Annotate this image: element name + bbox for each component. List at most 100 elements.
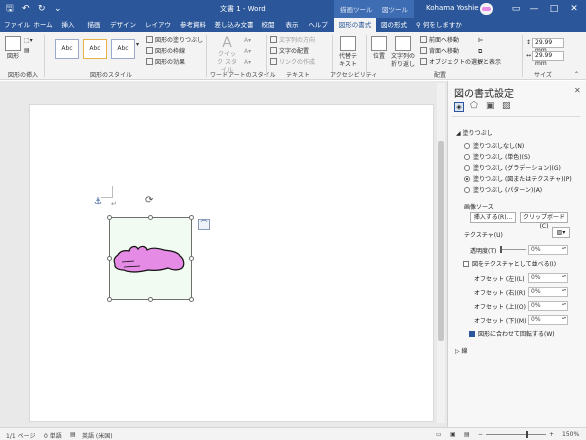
radio-pattern-fill[interactable]: 塗りつぶし (パターン)(A) — [464, 186, 542, 195]
tab-mailings[interactable]: 差し込み文書 — [214, 18, 254, 32]
redo-icon[interactable]: ↻ — [38, 3, 46, 15]
restore-button[interactable]: □ — [546, 2, 562, 16]
proofing-icon[interactable]: ▤ — [70, 431, 76, 438]
word-count[interactable]: 0 単語 — [44, 431, 62, 440]
tab-file[interactable]: ファイル — [4, 18, 30, 32]
save-icon[interactable]: 🖫 — [6, 3, 14, 15]
position-button[interactable]: 位置 — [370, 36, 388, 61]
resize-handle-n[interactable] — [148, 215, 153, 220]
avatar[interactable] — [480, 3, 493, 15]
radio-gradient-fill[interactable]: 塗りつぶし (グラデーション)(G) — [464, 164, 561, 173]
tab-view[interactable]: 表示 — [282, 18, 302, 32]
undo-icon[interactable]: ↶ — [22, 3, 30, 15]
shape-outline-button[interactable]: 図形の枠線 — [146, 47, 185, 56]
rotate-icon[interactable]: ⟳ — [478, 58, 483, 67]
radio-solid-fill[interactable]: 塗りつぶし (単色)(S) — [464, 153, 530, 162]
scrollbar-thumb[interactable] — [438, 141, 444, 341]
texture-dropdown[interactable]: ▨▾ — [552, 227, 570, 238]
text-box-icon[interactable]: ▤ — [24, 46, 30, 55]
web-layout-icon[interactable]: ▤ — [464, 431, 470, 438]
text-align-button[interactable]: 文字の配置 — [270, 47, 309, 56]
clipboard-button[interactable]: クリップボード(C) — [520, 212, 568, 230]
resize-handle-nw[interactable] — [107, 215, 112, 220]
zoom-out-icon[interactable]: − — [478, 431, 483, 438]
tab-shape-format[interactable]: 図形の書式 — [334, 18, 376, 32]
language-indicator[interactable]: 英語 (米国) — [82, 431, 113, 440]
read-mode-icon[interactable]: ▭ — [436, 431, 442, 438]
effects-pentagon-icon[interactable]: ⬠ — [470, 101, 478, 111]
resize-handle-ne[interactable] — [189, 215, 194, 220]
resize-handle-s[interactable] — [148, 297, 153, 302]
offset-top-input[interactable]: 0% — [528, 301, 568, 311]
send-backward-button[interactable]: 背面へ移動 — [420, 47, 459, 56]
tab-layout[interactable]: レイアウト — [142, 18, 174, 43]
zoom-slider[interactable] — [486, 434, 546, 435]
tab-design[interactable]: デザイン — [108, 18, 138, 32]
collapse-ribbon-icon[interactable]: ⌃ — [574, 70, 579, 79]
print-layout-icon[interactable]: ▣ — [450, 431, 456, 438]
tile-checkbox[interactable]: 図をテクスチャとして並べる(I) — [463, 259, 556, 268]
transparency-slider-thumb[interactable] — [500, 246, 502, 253]
quick-styles-button[interactable]: A クイック スタイル — [216, 35, 238, 75]
create-link-button[interactable]: リンクの作成 — [270, 58, 315, 67]
rotate-with-shape-checkbox[interactable]: 図形に合わせて回転する(W) — [469, 329, 555, 338]
tab-help[interactable]: ヘルプ — [306, 18, 330, 32]
zoom-slider-thumb[interactable] — [526, 431, 528, 438]
text-fill-icon[interactable]: A▾ — [244, 36, 251, 45]
alt-text-button[interactable]: 代替テキスト — [336, 36, 360, 69]
align-icon[interactable]: ⊫ — [478, 36, 483, 45]
text-effects-icon[interactable]: A▾ — [244, 58, 251, 67]
style-gallery-more-icon[interactable]: ▾ — [136, 40, 139, 49]
fill-section-header[interactable]: ◢ 塗りつぶし — [456, 128, 493, 137]
page-count[interactable]: 1/1 ページ — [6, 431, 35, 440]
insert-picture-button[interactable]: 挿入する(R)... — [470, 212, 516, 223]
tab-home[interactable]: ホーム — [32, 18, 54, 32]
resize-handle-sw[interactable] — [107, 297, 112, 302]
shapes-gallery-button[interactable]: 図形 — [4, 36, 22, 61]
document-page[interactable] — [29, 104, 434, 422]
radio-picture-fill[interactable]: 塗りつぶし (図またはテクスチャ)(P) — [464, 175, 572, 184]
selected-shape[interactable] — [107, 215, 194, 302]
close-button[interactable]: ✕ — [566, 2, 582, 16]
resize-handle-se[interactable] — [189, 297, 194, 302]
tab-draw[interactable]: 描画 — [84, 18, 104, 32]
transparency-slider[interactable] — [500, 249, 526, 250]
text-outline-icon[interactable]: A▾ — [244, 47, 251, 56]
layout-properties-icon[interactable]: ▣ — [486, 101, 495, 111]
pane-close-icon[interactable]: ✕ — [574, 86, 581, 95]
shape-style-preset-2[interactable]: Abc — [83, 39, 107, 59]
height-input[interactable]: 29.99 mm — [532, 38, 564, 54]
picture-icon[interactable]: ▨ — [502, 101, 511, 111]
line-section-header[interactable]: ▷ 線 — [455, 346, 468, 355]
user-name[interactable]: Kohama Yoshie — [426, 4, 479, 12]
radio-no-fill[interactable]: 塗りつぶしなし(N) — [464, 142, 524, 151]
tab-insert[interactable]: 挿入 — [58, 18, 78, 32]
fill-line-icon[interactable]: ◈ — [454, 102, 464, 112]
wrap-text-button[interactable]: 文字列の折り返し — [390, 36, 416, 69]
ribbon-display-icon[interactable]: ▭ — [508, 2, 524, 16]
layout-options-button[interactable]: ⌒ — [198, 219, 210, 230]
text-direction-button[interactable]: 文字列の方向 — [270, 36, 315, 45]
edit-shape-icon[interactable]: ⬚▾ — [24, 36, 33, 45]
selection-pane-button[interactable]: オブジェクトの選択と表示 — [420, 58, 501, 67]
shape-effects-button[interactable]: 図形の効果 — [146, 58, 185, 67]
tab-picture-format[interactable]: 図の形式 — [378, 18, 410, 32]
offset-right-input[interactable]: 0% — [528, 287, 568, 297]
zoom-level[interactable]: 150% — [562, 431, 579, 438]
shape-style-preset-1[interactable]: Abc — [55, 39, 79, 59]
tab-review[interactable]: 校閲 — [258, 18, 278, 32]
tab-references[interactable]: 参考資料 — [178, 18, 208, 32]
tell-me-search[interactable]: ⚲ 何をしますか — [416, 18, 462, 32]
minimize-button[interactable]: — — [526, 2, 542, 16]
width-input[interactable]: 29.99 mm — [532, 51, 564, 67]
offset-left-input[interactable]: 0% — [528, 273, 568, 283]
quick-access-dropdown-icon[interactable]: ⌄ — [54, 3, 62, 15]
shape-fill-button[interactable]: 図形の塗りつぶし — [146, 36, 203, 45]
resize-handle-e[interactable] — [189, 256, 194, 261]
bring-forward-button[interactable]: 前面へ移動 — [420, 36, 459, 45]
resize-handle-w[interactable] — [107, 256, 112, 261]
rotate-handle-icon[interactable]: ⟳ — [145, 195, 153, 206]
shape-style-preset-3[interactable]: Abc — [111, 39, 135, 59]
offset-bottom-input[interactable]: 0% — [528, 315, 568, 325]
transparency-input[interactable]: 0% — [528, 245, 568, 255]
